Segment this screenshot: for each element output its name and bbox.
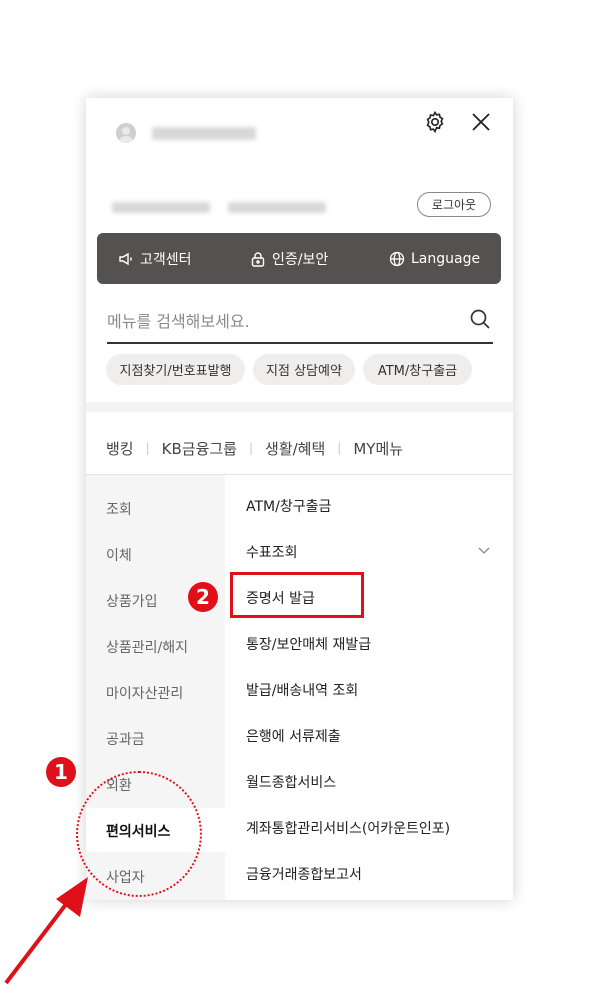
auth-security-button[interactable]: 인증/보안 — [250, 233, 328, 284]
megaphone-icon — [119, 252, 132, 265]
language-label: Language — [411, 250, 481, 267]
quick-menu-bar: 고객센터 인증/보안 Language — [97, 233, 501, 284]
category-item[interactable]: 마이자산관리 — [106, 683, 183, 703]
category-item[interactable]: 상품관리/해지 — [106, 637, 188, 657]
chip-branch-reservation[interactable]: 지점 상담예약 — [253, 354, 355, 385]
category-item[interactable]: 조회 — [106, 499, 132, 519]
tab-separator: | — [337, 441, 342, 455]
logout-button[interactable]: 로그아웃 — [417, 192, 491, 217]
chip-branch-finder[interactable]: 지점찾기/번호표발행 — [106, 354, 245, 385]
lock-icon — [251, 251, 265, 267]
search-icon[interactable] — [469, 308, 491, 330]
section-divider — [86, 402, 513, 412]
close-button[interactable] — [468, 109, 494, 135]
language-button[interactable]: Language — [389, 233, 480, 284]
globe-icon — [389, 251, 405, 266]
tab-my-menu[interactable]: MY메뉴 — [353, 438, 403, 459]
settings-button[interactable] — [422, 109, 448, 135]
submenu-item[interactable]: 금융거래종합보고서 — [246, 864, 362, 884]
submenu-item[interactable]: ATM/창구출금 — [246, 496, 331, 516]
account-info-blurred-2 — [228, 202, 326, 213]
chevron-down-icon[interactable] — [478, 547, 490, 555]
category-item[interactable]: 이체 — [106, 545, 132, 565]
gear-icon — [426, 110, 444, 134]
customer-center-label: 고객센터 — [140, 251, 192, 268]
avatar — [116, 123, 136, 143]
account-info-blurred — [112, 202, 210, 213]
tab-kb-group[interactable]: KB금융그룹 — [162, 438, 237, 459]
menu-tabs: 뱅킹 | KB금융그룹 | 생활/혜택 | MY메뉴 — [106, 436, 403, 460]
customer-center-button[interactable]: 고객센터 — [118, 233, 192, 284]
tab-separator: | — [145, 441, 150, 455]
pointer-arrow-icon — [4, 877, 88, 985]
menu-search[interactable]: 메뉴를 검색해보세요. — [107, 302, 493, 344]
user-name-blurred — [152, 127, 256, 140]
close-icon — [472, 113, 490, 131]
submenu-item[interactable]: 월드종합서비스 — [246, 772, 336, 792]
category-item[interactable]: 공과금 — [106, 729, 145, 749]
auth-security-label: 인증/보안 — [272, 251, 329, 268]
step-2-badge: 2 — [188, 582, 218, 612]
tab-life-benefits[interactable]: 생활/혜택 — [265, 438, 325, 459]
highlight-box — [230, 572, 364, 618]
category-item[interactable]: 상품가입 — [106, 591, 158, 611]
submenu-item[interactable]: 발급/배송내역 조회 — [246, 680, 358, 700]
tab-separator: | — [248, 441, 254, 455]
search-input[interactable]: 메뉴를 검색해보세요. — [107, 308, 250, 332]
tab-banking[interactable]: 뱅킹 — [106, 438, 134, 459]
submenu-item[interactable]: 수표조회 — [246, 542, 298, 562]
submenu-item[interactable]: 통장/보안매체 재발급 — [246, 634, 371, 654]
submenu-item[interactable]: 계좌통합관리서비스(어카운트인포) — [246, 818, 450, 838]
step-1-badge: 1 — [46, 757, 76, 787]
chip-atm-withdrawal[interactable]: ATM/창구출금 — [363, 354, 472, 385]
submenu-item[interactable]: 은행에 서류제출 — [246, 726, 341, 746]
